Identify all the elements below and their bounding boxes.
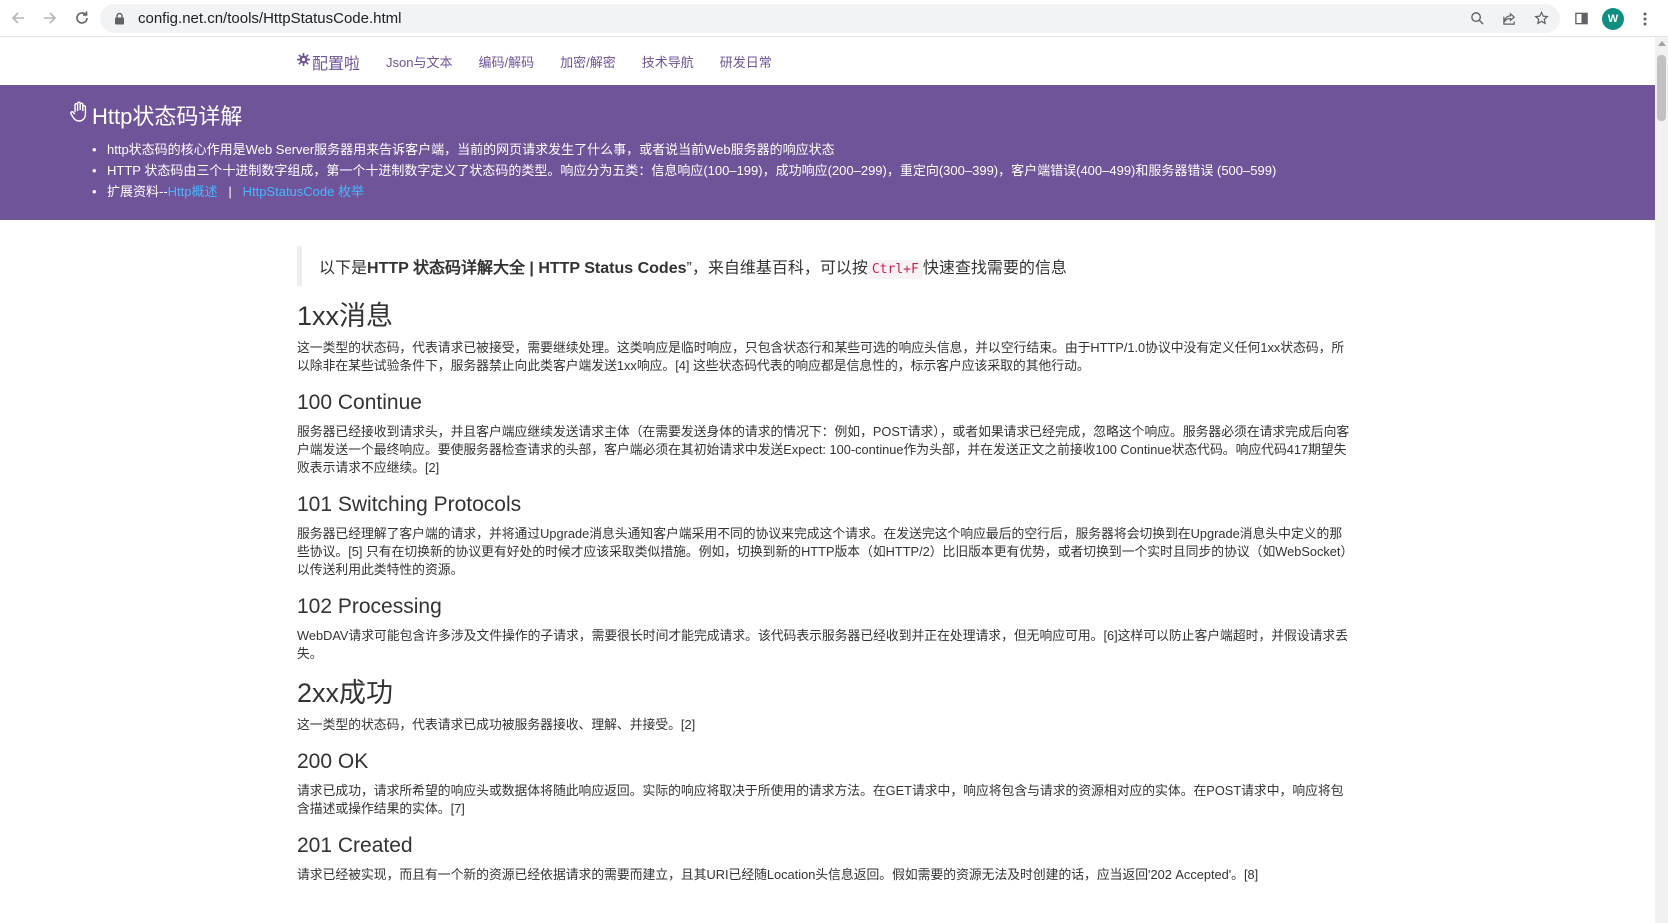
brand-label: 配置啦 — [312, 56, 361, 73]
status-desc-100: 服务器已经接收到请求头，并且客户端应继续发送请求主体（在需要发送身体的请求的情况… — [297, 424, 1350, 475]
zoom-icon[interactable] — [1464, 6, 1490, 32]
section-desc-1xx: 这一类型的状态码，代表请求已被接受，需要继续处理。这类响应是临时响应，只包含状态… — [297, 340, 1345, 373]
intro-suffix: 快速查找需要的信息 — [922, 260, 1067, 277]
forward-icon[interactable] — [34, 2, 66, 34]
nav-dev-daily[interactable]: 研发日常 — [720, 52, 772, 71]
status-desc-101: 服务器已经理解了客户端的请求，并将通过Upgrade消息头通知客户端采用不同的协… — [297, 526, 1347, 577]
bookmark-star-icon[interactable] — [1528, 6, 1554, 32]
gear-icon — [297, 53, 310, 71]
intro-bold: HTTP 状态码详解大全 | HTTP Status Codes — [367, 260, 687, 277]
status-heading-200: 200 OK — [297, 750, 369, 773]
page-scrollbar[interactable] — [1655, 37, 1668, 923]
extend-label: 扩展资料-- — [107, 184, 168, 199]
page-title: Http状态码详解 — [70, 99, 242, 131]
reload-icon[interactable] — [66, 2, 98, 34]
profile-avatar[interactable]: W — [1602, 7, 1624, 30]
section-heading-1xx: 1xx消息 — [297, 301, 394, 331]
share-icon[interactable] — [1496, 6, 1522, 32]
status-desc-102: WebDAV请求可能包含许多涉及文件操作的子请求，需要很长时间才能完成请求。该代… — [297, 628, 1349, 661]
intro-shortcut: Ctrl+F — [867, 260, 923, 279]
nav-json-text[interactable]: Json与文本 — [386, 52, 452, 71]
status-heading-100: 100 Continue — [297, 391, 422, 414]
more-menu-icon[interactable] — [1632, 6, 1658, 32]
status-heading-102: 102 Processing — [297, 595, 442, 618]
link-httpstatuscode-enum[interactable]: HttpStatusCode 枚举 — [243, 184, 364, 199]
intro-prefix: 以下是 — [319, 260, 368, 277]
side-panel-icon[interactable] — [1568, 6, 1594, 32]
nav-encode-decode[interactable]: 编码/解码 — [478, 52, 534, 71]
intro-blockquote: 以下是HTTP 状态码详解大全 | HTTP Status Codes”，来自维… — [297, 246, 1351, 286]
section-desc-2xx: 这一类型的状态码，代表请求已成功被服务器接收、理解、并接受。[2] — [297, 717, 696, 732]
hero-bullet-3: 扩展资料--Http概述 | HttpStatusCode 枚举 — [92, 181, 1276, 202]
browser-toolbar: config.net.cn/tools/HttpStatusCode.html … — [0, 0, 1668, 37]
status-desc-201: 请求已经被实现，而且有一个新的资源已经依据请求的需要而建立，且其URI已经随Lo… — [297, 867, 1259, 882]
back-icon[interactable] — [2, 2, 34, 34]
section-heading-2xx: 2xx成功 — [297, 678, 394, 708]
url-text[interactable]: config.net.cn/tools/HttpStatusCode.html — [138, 10, 401, 27]
link-separator: | — [228, 184, 232, 199]
hero-bullets: http状态码的核心作用是Web Server服务器用来告诉客户端，当前的网页请… — [92, 139, 1276, 202]
address-bar[interactable]: config.net.cn/tools/HttpStatusCode.html — [100, 4, 1560, 33]
hero-bullet-2: HTTP 状态码由三个十进制数字组成，第一个十进制数字定义了状态码的类型。响应分… — [92, 160, 1276, 181]
main-content: 以下是HTTP 状态码详解大全 | HTTP Status Codes”，来自维… — [297, 222, 1351, 884]
status-heading-101: 101 Switching Protocols — [297, 493, 522, 516]
intro-middle: ”，来自维基百科，可以按 — [686, 260, 868, 277]
hero-banner: Http状态码详解 http状态码的核心作用是Web Server服务器用来告诉… — [0, 85, 1655, 220]
scrollbar-thumb[interactable] — [1657, 55, 1666, 121]
hero-bullet-1: http状态码的核心作用是Web Server服务器用来告诉客户端，当前的网页请… — [92, 139, 1276, 160]
site-navbar: 配置啦 Json与文本 编码/解码 加密/解密 技术导航 研发日常 — [0, 37, 1655, 85]
hero-title-text: Http状态码详解 — [92, 104, 243, 129]
lock-icon[interactable] — [114, 12, 128, 26]
hand-icon — [70, 101, 90, 129]
nav-tech-nav[interactable]: 技术导航 — [642, 52, 694, 71]
scroll-up-arrow-icon[interactable] — [1658, 41, 1666, 46]
site-brand[interactable]: 配置啦 — [297, 50, 360, 74]
nav-encrypt-decrypt[interactable]: 加密/解密 — [560, 52, 616, 71]
status-desc-200: 请求已成功，请求所希望的响应头或数据体将随此响应返回。实际的响应将取决于所使用的… — [297, 783, 1344, 816]
status-heading-201: 201 Created — [297, 834, 413, 857]
link-http-overview[interactable]: Http概述 — [168, 184, 218, 199]
